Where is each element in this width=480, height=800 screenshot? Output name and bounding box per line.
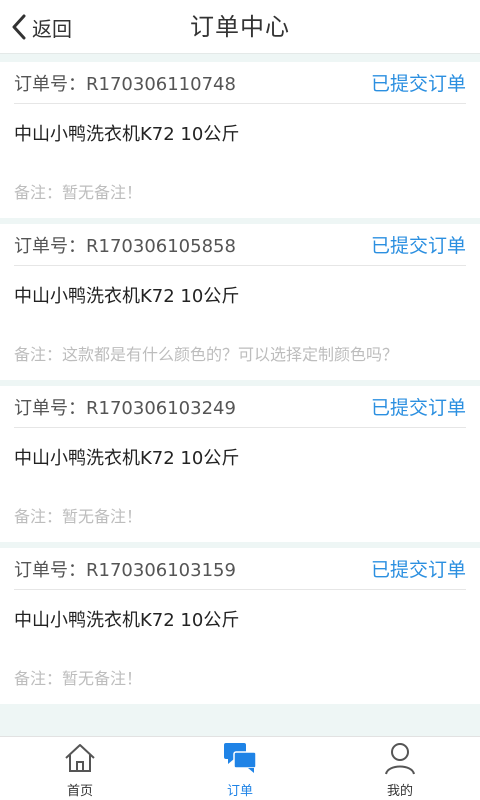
tab-orders[interactable]: 订单 [160, 737, 320, 800]
order-number: 订单号：R170306103159 [14, 559, 236, 581]
order-card[interactable]: 订单号：R170306105858 已提交订单 中山小鸭洗衣机K72 10公斤 … [0, 224, 480, 380]
order-list: 订单号：R170306110748 已提交订单 中山小鸭洗衣机K72 10公斤 … [0, 62, 480, 710]
tab-label: 首页 [66, 784, 93, 799]
order-number: 订单号：R170306103249 [14, 397, 236, 419]
page-title: 订单中心 [190, 13, 290, 41]
order-card[interactable]: 订单号：R170306110748 已提交订单 中山小鸭洗衣机K72 10公斤 … [0, 62, 480, 218]
order-card[interactable]: 订单号：R170306103159 已提交订单 中山小鸭洗衣机K72 10公斤 … [0, 548, 480, 704]
bottom-tab-bar: 首页 订单 我的 [0, 736, 480, 800]
order-status: 已提交订单 [370, 559, 466, 581]
product-name: 中山小鸭洗衣机K72 10公斤 [14, 124, 240, 145]
order-note: 备注：暂无备注！ [14, 507, 143, 526]
tab-label: 我的 [386, 784, 413, 799]
order-status: 已提交订单 [370, 235, 466, 257]
order-note: 备注：暂无备注！ [14, 183, 143, 202]
order-note: 备注：暂无备注！ [14, 669, 143, 688]
home-icon [65, 744, 95, 772]
order-number: 订单号：R170306110748 [14, 73, 236, 95]
order-status: 已提交订单 [370, 397, 466, 419]
tab-label: 订单 [226, 784, 253, 799]
header-bar: 返回 订单中心 [0, 0, 480, 54]
product-name: 中山小鸭洗衣机K72 10公斤 [14, 286, 240, 307]
order-note: 备注：这款都是有什么颜色的？可以选择定制颜色吗？ [14, 345, 399, 364]
product-name: 中山小鸭洗衣机K72 10公斤 [14, 610, 240, 631]
tab-profile[interactable]: 我的 [320, 737, 480, 800]
order-status: 已提交订单 [370, 73, 466, 95]
chat-bubbles-icon [224, 743, 257, 773]
product-name: 中山小鸭洗衣机K72 10公斤 [14, 448, 240, 469]
order-card[interactable]: 订单号：R170306103249 已提交订单 中山小鸭洗衣机K72 10公斤 … [0, 386, 480, 542]
user-icon [385, 743, 415, 775]
order-number: 订单号：R170306105858 [14, 235, 236, 257]
tab-home[interactable]: 首页 [0, 737, 160, 800]
